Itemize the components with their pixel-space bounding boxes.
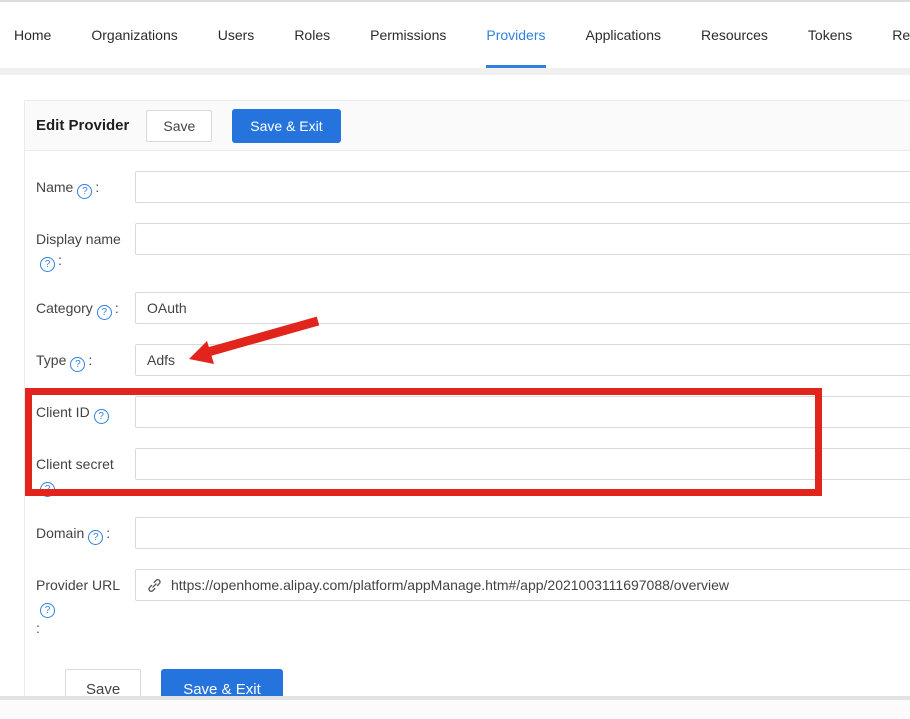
category-label: Category?: [36, 292, 135, 324]
nav-item-records[interactable]: Records [872, 2, 910, 68]
save-button-top[interactable]: Save [146, 110, 212, 142]
footer-buttons: Save Save & Exit [65, 669, 910, 696]
type-label: Type?: [36, 344, 135, 376]
panel-header: Edit Provider Save Save & Exit [25, 101, 910, 151]
nav-item-applications[interactable]: Applications [566, 2, 682, 68]
provider-url-value: https://openhome.alipay.com/platform/app… [171, 577, 729, 593]
help-icon[interactable]: ? [94, 409, 109, 424]
nav-bottom-band [0, 68, 910, 75]
form-row-name: Name?: [36, 171, 910, 203]
help-icon[interactable]: ? [97, 305, 112, 320]
top-nav: Home Organizations Users Roles Permissio… [0, 2, 910, 68]
client-secret-label: Client secret? [36, 448, 135, 497]
screen: Home Organizations Users Roles Permissio… [0, 0, 910, 719]
client-secret-input[interactable] [135, 448, 910, 480]
save-and-exit-button-top[interactable]: Save & Exit [232, 109, 340, 143]
help-icon[interactable]: ? [77, 184, 92, 199]
name-input[interactable] [135, 171, 910, 203]
type-select[interactable]: Adfs [135, 344, 910, 376]
help-icon[interactable]: ? [88, 530, 103, 545]
help-icon[interactable]: ? [40, 482, 55, 497]
display-name-label: Display name?: [36, 223, 135, 272]
nav-item-home[interactable]: Home [0, 2, 71, 68]
form-row-client-id: Client ID? [36, 396, 910, 428]
client-id-input[interactable] [135, 396, 910, 428]
form-row-domain: Domain?: [36, 517, 910, 549]
spacer [0, 75, 910, 100]
client-id-label: Client ID? [36, 396, 135, 428]
help-icon[interactable]: ? [70, 357, 85, 372]
link-icon [147, 578, 162, 593]
nav-item-providers[interactable]: Providers [466, 2, 565, 68]
display-name-input[interactable] [135, 223, 910, 255]
form-row-display-name: Display name?: [36, 223, 910, 272]
nav-item-tokens[interactable]: Tokens [788, 2, 872, 68]
save-button-bottom[interactable]: Save [65, 669, 141, 696]
provider-url-input[interactable]: https://openhome.alipay.com/platform/app… [135, 569, 910, 601]
nav-item-organizations[interactable]: Organizations [71, 2, 197, 68]
nav-item-permissions[interactable]: Permissions [350, 2, 466, 68]
edit-provider-panel: Edit Provider Save Save & Exit Name?: Di… [24, 100, 910, 696]
form-row-category: Category?: OAuth [36, 292, 910, 324]
help-icon[interactable]: ? [40, 603, 55, 618]
domain-input[interactable] [135, 517, 910, 549]
save-and-exit-button-bottom[interactable]: Save & Exit [161, 669, 283, 696]
category-select[interactable]: OAuth [135, 292, 910, 324]
form-row-provider-url: Provider URL?: https://openhome.alipay.c… [36, 569, 910, 639]
page-bottom-background [0, 700, 910, 719]
form-row-client-secret: Client secret? [36, 448, 910, 497]
name-label: Name?: [36, 171, 135, 203]
nav-item-users[interactable]: Users [198, 2, 275, 68]
form-row-type: Type?: Adfs [36, 344, 910, 376]
page-title: Edit Provider [36, 117, 129, 134]
domain-label: Domain?: [36, 517, 135, 549]
help-icon[interactable]: ? [40, 257, 55, 272]
nav-item-roles[interactable]: Roles [274, 2, 350, 68]
panel-body: Name?: Display name?: Category?: OAuth T… [25, 151, 910, 696]
nav-item-resources[interactable]: Resources [681, 2, 788, 68]
provider-url-label: Provider URL?: [36, 569, 135, 639]
